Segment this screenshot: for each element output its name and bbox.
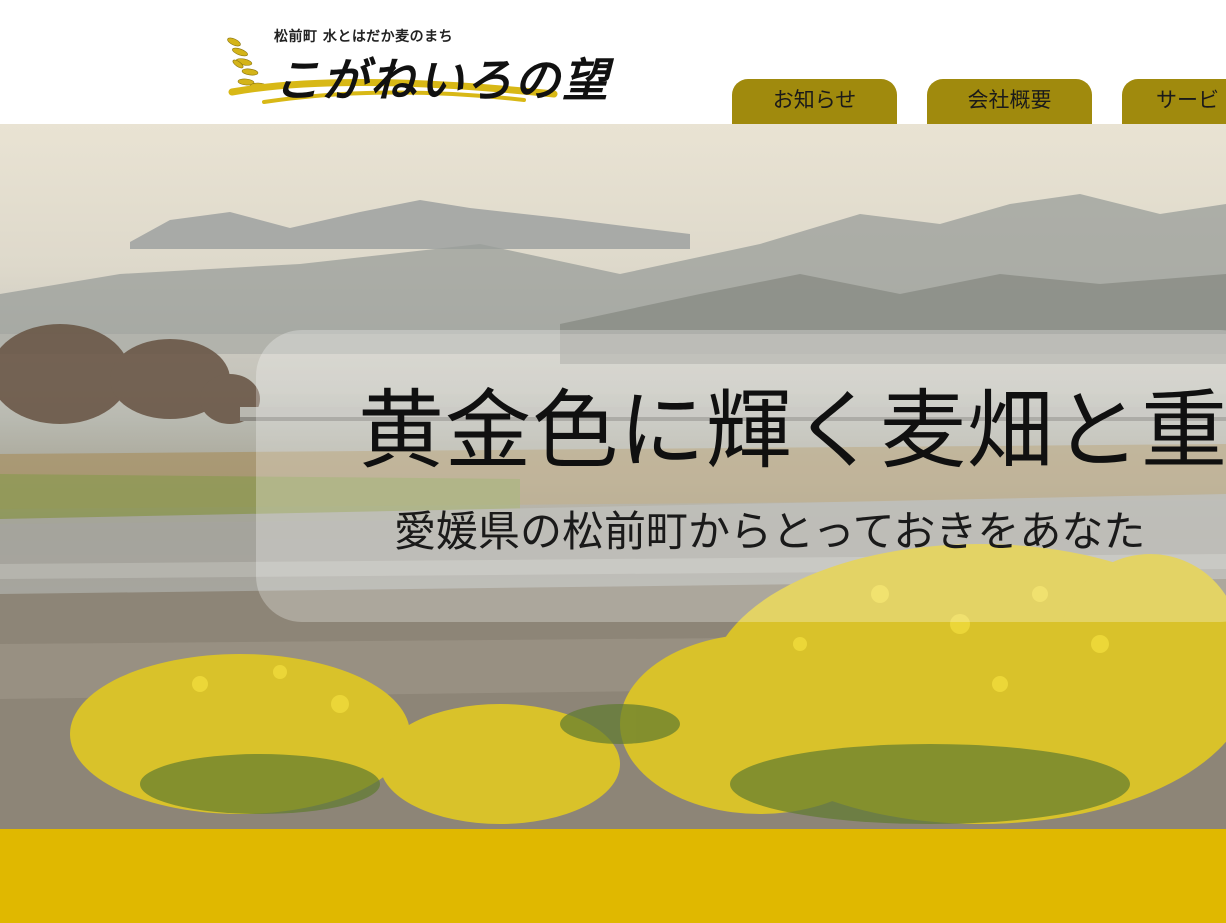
nav-tab-company[interactable]: 会社概要	[927, 79, 1092, 124]
hero-headline: 黄金色に輝く麦畑と重信	[358, 381, 1226, 481]
hero-subheadline: 愛媛県の松前町からとっておきをあなた	[394, 507, 1146, 556]
nav-tab-services[interactable]: サービ	[1122, 79, 1226, 124]
logo-tagline: 松前町 水とはだか麦のまち	[274, 29, 454, 45]
site-header: 松前町 水とはだか麦のまち こがねいろの望 お知らせ 会社概要 サービ	[0, 0, 1226, 124]
logo-title: こがねいろの望	[274, 53, 610, 107]
site-logo[interactable]: 松前町 水とはだか麦のまち こがねいろの望	[224, 22, 616, 108]
nav-tab-news[interactable]: お知らせ	[732, 79, 897, 124]
hero-section: 黄金色に輝く麦畑と重信 愛媛県の松前町からとっておきをあなた	[0, 124, 1226, 829]
footer-band	[0, 829, 1226, 923]
